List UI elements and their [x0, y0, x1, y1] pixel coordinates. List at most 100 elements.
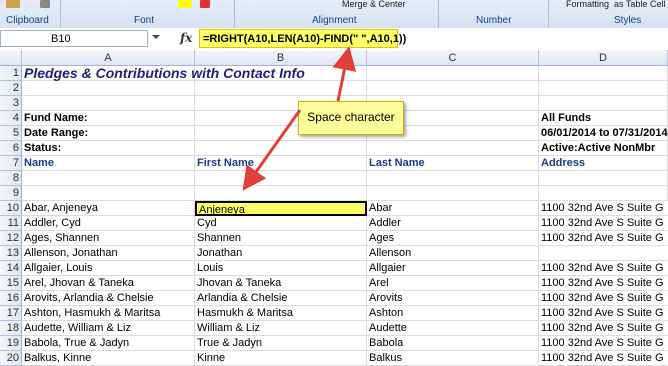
row-header[interactable]: 8: [0, 171, 22, 186]
empty-cell[interactable]: [195, 141, 367, 156]
row-header[interactable]: 16: [0, 291, 22, 306]
name-cell[interactable]: Abar, Anjeneya: [22, 201, 195, 216]
first-name-cell[interactable]: True & Jadyn: [195, 336, 367, 351]
name-cell[interactable]: Allgaier, Louis: [22, 261, 195, 276]
address-cell[interactable]: 1100 32nd Ave S Suite G: [539, 231, 668, 246]
address-cell[interactable]: 1100 32nd Ave S Suite G: [539, 351, 668, 366]
first-name-cell[interactable]: Louis: [195, 261, 367, 276]
empty-cell[interactable]: [539, 66, 668, 81]
last-name-cell[interactable]: Allenson: [367, 246, 539, 261]
paste-icon[interactable]: [6, 0, 20, 8]
date-range-value[interactable]: 06/01/2014 to 07/31/2014: [539, 126, 668, 141]
name-cell[interactable]: Addler, Cyd: [22, 216, 195, 231]
last-name-cell[interactable]: Abar: [367, 201, 539, 216]
first-name-cell[interactable]: Kinne: [195, 351, 367, 366]
column-header-d[interactable]: D: [539, 50, 668, 66]
row-header[interactable]: 9: [0, 186, 22, 201]
date-range-label[interactable]: Date Range:: [22, 126, 195, 141]
fund-name-label[interactable]: Fund Name:: [22, 111, 195, 126]
fill-color-icon[interactable]: [178, 0, 192, 8]
name-cell[interactable]: Babola, True & Jadyn: [22, 336, 195, 351]
last-name-cell[interactable]: Arel: [367, 276, 539, 291]
row-header[interactable]: 11: [0, 216, 22, 231]
row-header[interactable]: 7: [0, 156, 22, 171]
select-all-corner[interactable]: [0, 50, 22, 66]
row-header[interactable]: 13: [0, 246, 22, 261]
fund-name-value[interactable]: All Funds: [539, 111, 668, 126]
status-value[interactable]: Active:Active NonMbr: [539, 141, 668, 156]
column-header-b[interactable]: B: [195, 50, 367, 66]
empty-cell[interactable]: [539, 96, 668, 111]
address-cell[interactable]: 1100 32nd Ave S Suite G: [539, 201, 668, 216]
empty-cell[interactable]: [539, 186, 668, 201]
format-as-table-button[interactable]: as Table: [614, 0, 647, 9]
row-header[interactable]: 1: [0, 66, 22, 81]
conditional-formatting-button[interactable]: Formatting: [566, 0, 609, 9]
first-name-cell[interactable]: Hasmukh & Maritsa: [195, 306, 367, 321]
first-name-cell[interactable]: Jhovan & Taneka: [195, 276, 367, 291]
empty-cell[interactable]: [22, 96, 195, 111]
column-header-c[interactable]: C: [367, 50, 539, 66]
empty-cell[interactable]: [195, 186, 367, 201]
address-cell[interactable]: 1100 32nd Ave S Suite G: [539, 276, 668, 291]
insert-function-icon[interactable]: fx: [180, 31, 192, 45]
last-name-cell[interactable]: Arovits: [367, 291, 539, 306]
empty-cell[interactable]: [22, 171, 195, 186]
empty-cell[interactable]: [367, 66, 539, 81]
font-color-icon[interactable]: [200, 0, 210, 8]
address-cell[interactable]: 1100 32nd Ave S Suite G: [539, 306, 668, 321]
row-header[interactable]: 14: [0, 261, 22, 276]
empty-cell[interactable]: [367, 141, 539, 156]
header-first-name[interactable]: First Name: [195, 156, 367, 171]
row-header[interactable]: 12: [0, 231, 22, 246]
row-header[interactable]: 20: [0, 351, 22, 366]
first-name-cell[interactable]: Cyd: [195, 216, 367, 231]
address-cell[interactable]: 1100 32nd Ave S Suite G: [539, 336, 668, 351]
last-name-cell[interactable]: Ages: [367, 231, 539, 246]
status-label[interactable]: Status:: [22, 141, 195, 156]
last-name-cell[interactable]: Allgaier: [367, 261, 539, 276]
row-header[interactable]: 4: [0, 111, 22, 126]
header-name[interactable]: Name: [22, 156, 195, 171]
row-header[interactable]: 18: [0, 321, 22, 336]
row-header[interactable]: 17: [0, 306, 22, 321]
first-name-cell[interactable]: Anjeneya: [195, 201, 367, 216]
empty-cell[interactable]: [367, 186, 539, 201]
empty-cell[interactable]: [367, 81, 539, 96]
empty-cell[interactable]: [367, 171, 539, 186]
address-cell[interactable]: 1100 32nd Ave S Suite G: [539, 291, 668, 306]
last-name-cell[interactable]: Audette: [367, 321, 539, 336]
first-name-cell[interactable]: Shannen: [195, 231, 367, 246]
last-name-cell[interactable]: Babola: [367, 336, 539, 351]
empty-cell[interactable]: [195, 81, 367, 96]
name-cell[interactable]: Arel, Jhovan & Taneka: [22, 276, 195, 291]
last-name-cell[interactable]: Balkus: [367, 351, 539, 366]
report-title[interactable]: Pledges & Contributions with Contact Inf…: [22, 66, 305, 81]
last-name-cell[interactable]: Addler: [367, 216, 539, 231]
empty-cell[interactable]: [539, 171, 668, 186]
cell-styles-button[interactable]: Cell: [650, 0, 666, 9]
merge-center-button[interactable]: Merge & Center: [342, 0, 406, 9]
address-cell[interactable]: 1100 32nd Ave S Suite G: [539, 216, 668, 231]
empty-cell[interactable]: [22, 186, 195, 201]
name-cell[interactable]: Arovits, Arlandia & Chelsie: [22, 291, 195, 306]
first-name-cell[interactable]: Arlandia & Chelsie: [195, 291, 367, 306]
address-cell[interactable]: 1100 32nd Ave S Suite G: [539, 261, 668, 276]
name-cell[interactable]: Allenson, Jonathan: [22, 246, 195, 261]
first-name-cell[interactable]: Jonathan: [195, 246, 367, 261]
name-cell[interactable]: Audette, William & Liz: [22, 321, 195, 336]
name-cell[interactable]: Ages, Shannen: [22, 231, 195, 246]
name-box[interactable]: B10: [0, 30, 148, 47]
column-header-a[interactable]: A: [22, 50, 195, 66]
name-cell[interactable]: Balkus, Kinne: [22, 351, 195, 366]
address-cell[interactable]: 1100 32nd Ave S Suite G: [539, 321, 668, 336]
first-name-cell[interactable]: William & Liz: [195, 321, 367, 336]
name-box-dropdown-icon[interactable]: [152, 35, 160, 39]
row-header[interactable]: 10: [0, 201, 22, 216]
header-address[interactable]: Address: [539, 156, 668, 171]
row-header[interactable]: 5: [0, 126, 22, 141]
empty-cell[interactable]: [22, 81, 195, 96]
formula-input[interactable]: =RIGHT(A10,LEN(A10)-FIND(" ",A10,1)): [199, 29, 406, 48]
empty-cell[interactable]: [539, 81, 668, 96]
format-painter-icon[interactable]: [40, 0, 50, 8]
